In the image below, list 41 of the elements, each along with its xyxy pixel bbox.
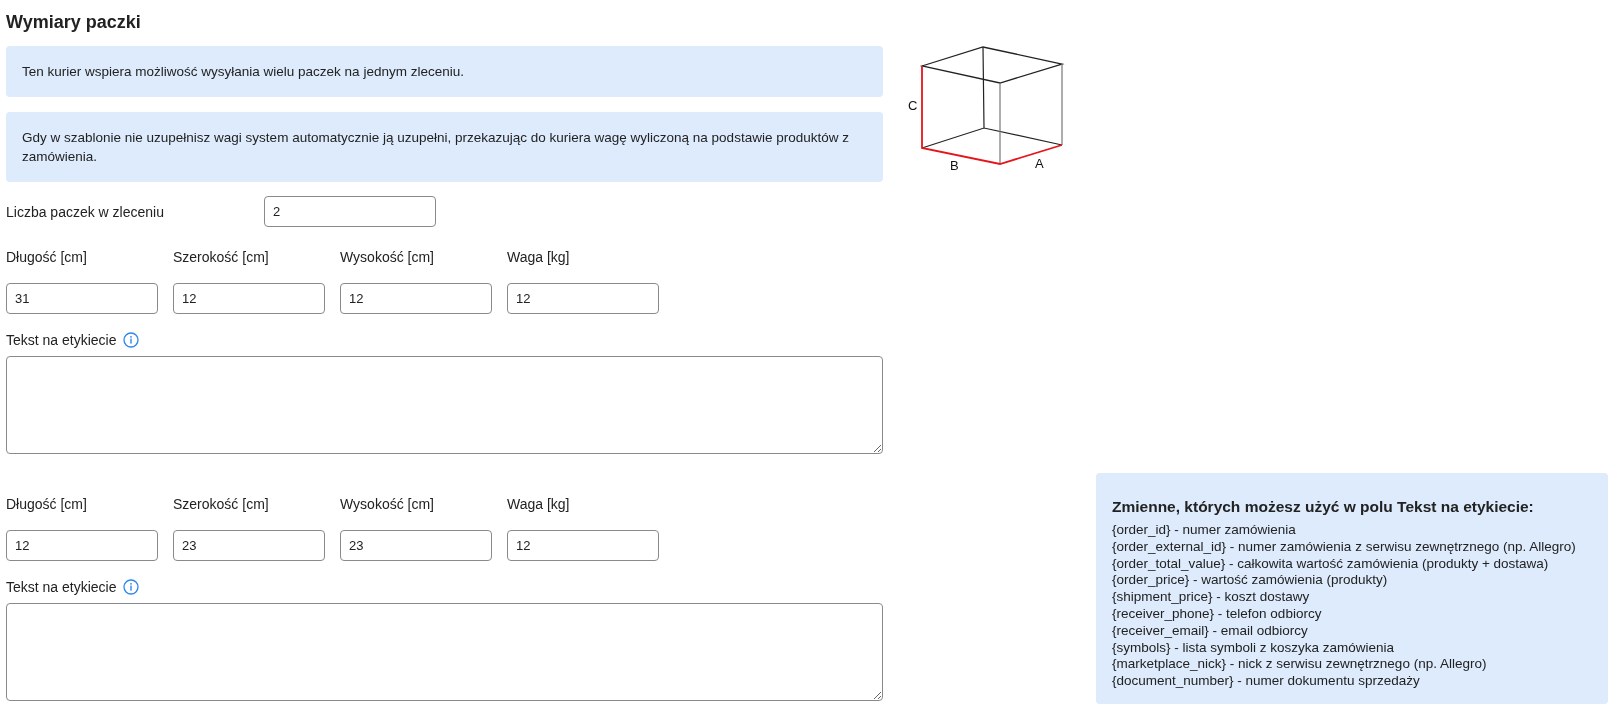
panel-title: Zmienne, których możesz użyć w polu Tekst na etykiecie: <box>1112 496 1535 517</box>
section-title: Wymiary paczki <box>6 11 142 33</box>
input-field[interactable]: 12 <box>507 283 659 314</box>
field-label: Waga [kg] <box>507 495 571 514</box>
field-label: Tekst na etykiecie <box>6 331 117 350</box>
variable-description: {order_external_id} - numer zamówienia z serwisu zewnętrznego (np. Allegro) <box>1112 538 1577 556</box>
field-label: Waga [kg] <box>507 248 571 267</box>
input-field[interactable]: 23 <box>340 530 492 561</box>
field-label: Wysokość [cm] <box>340 248 435 267</box>
variable-description: {shipment_price} - koszt dostawy <box>1112 589 1311 606</box>
info-box: Ten kurier wspiera możliwość wysyłania wielu paczek na jednym zleceniu. <box>6 46 883 97</box>
field-label: Liczba paczek w zleceniu <box>6 202 165 222</box>
input-field[interactable]: 12 <box>507 530 659 561</box>
input-field[interactable]: 23 <box>173 530 325 561</box>
field-label: Szerokość [cm] <box>173 248 270 267</box>
dimension-label: A <box>1035 156 1044 171</box>
variable-description: {receiver_email} - email odbiorcy <box>1112 622 1309 640</box>
field-label: Szerokość [cm] <box>173 495 270 514</box>
input-field[interactable]: 31 <box>6 283 158 314</box>
info-icon[interactable] <box>122 579 139 595</box>
text-area[interactable] <box>6 603 883 701</box>
variable-description: {order_id} - numer zamówienia <box>1112 522 1297 539</box>
variable-description: {symbols} - lista symboli z koszyka zamówienia <box>1112 639 1396 657</box>
variable-description: {order_total_value} - całkowita wartość zamówienia (produkty + dostawa) <box>1112 555 1550 573</box>
field-label: Wysokość [cm] <box>340 495 435 514</box>
input-field[interactable]: 2 <box>264 196 436 227</box>
input-field[interactable]: 12 <box>173 283 325 314</box>
info-box: Gdy w szablonie nie uzupełnisz wagi system automatycznie ją uzupełni, przekazując do kuriera wagę wyliczoną na podstawie produktów z zamówienia. <box>6 112 883 182</box>
dimension-label: B <box>950 158 959 173</box>
variable-description: {marketplace_nick} - nick z serwisu zewnętrznego (np. Allegro) <box>1112 656 1488 674</box>
field-label: Tekst na etykiecie <box>6 578 117 597</box>
info-icon[interactable] <box>122 332 139 348</box>
field-label: Długość [cm] <box>6 495 88 514</box>
variable-description: {receiver_phone} - telefon odbiorcy <box>1112 606 1323 623</box>
text-area[interactable] <box>6 356 883 454</box>
input-field[interactable]: 12 <box>340 283 492 314</box>
variable-description: {order_price} - wartość zamówienia (produkty) <box>1112 572 1389 590</box>
variable-description: {document_number} - numer dokumentu sprzedaży <box>1112 673 1421 690</box>
field-label: Długość [cm] <box>6 248 88 267</box>
dimension-label: C <box>908 98 918 113</box>
input-field[interactable]: 12 <box>6 530 158 561</box>
